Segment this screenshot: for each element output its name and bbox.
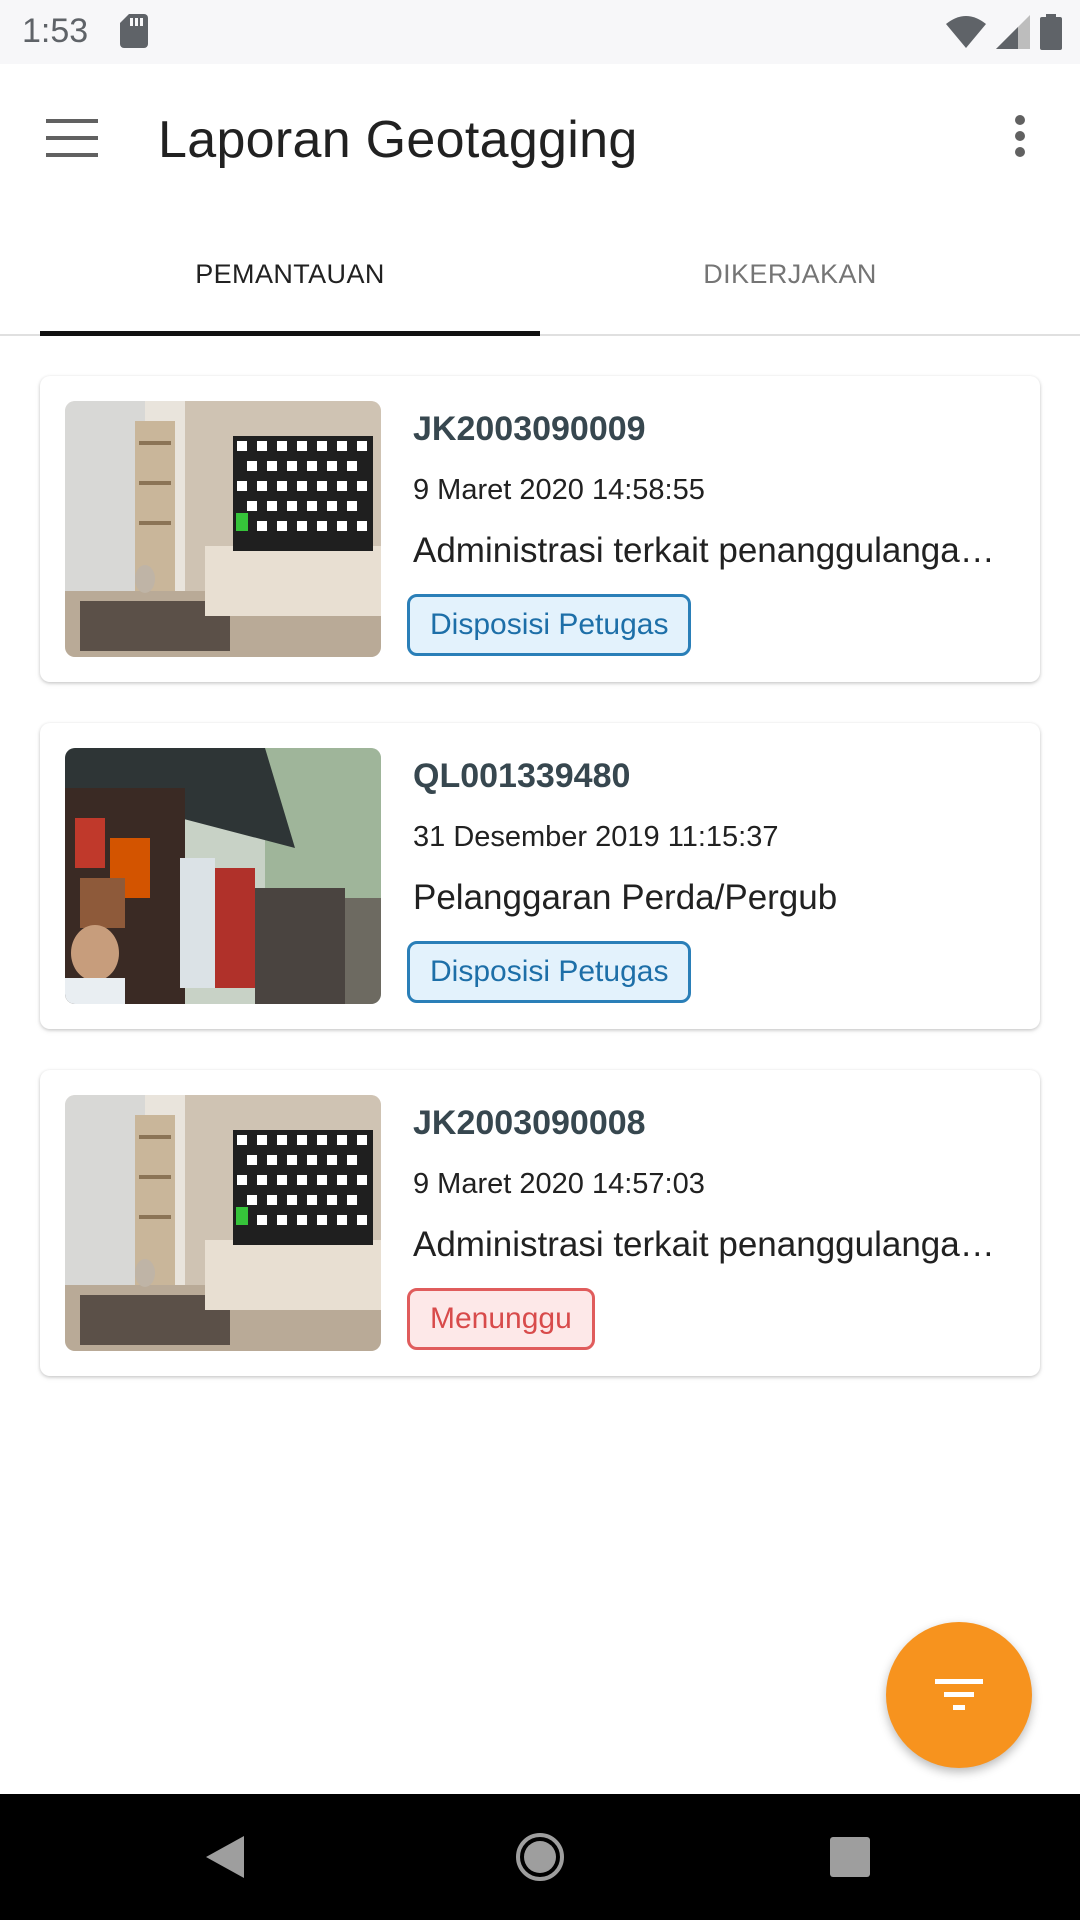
report-card[interactable]: JK2003090008 9 Maret 2020 14:57:03 Admin…: [40, 1070, 1040, 1376]
report-description: Administrasi terkait penanggulangan…: [413, 1225, 1013, 1264]
app-bar: Laporan Geotagging: [0, 64, 1080, 212]
page-title: Laporan Geotagging: [158, 111, 638, 169]
system-icons: [946, 12, 1062, 52]
status-time: 1:53: [22, 12, 89, 50]
back-button[interactable]: [190, 1822, 260, 1892]
menu-button[interactable]: [40, 112, 104, 164]
hamburger-menu-icon: [46, 119, 98, 157]
tab-dikerjakan[interactable]: DIKERJAKAN: [540, 212, 1040, 336]
report-date: 9 Maret 2020 14:57:03: [413, 1168, 705, 1200]
recents-button[interactable]: [815, 1822, 885, 1892]
status-badge: Menunggu: [407, 1288, 595, 1350]
status-bar: 1:53: [0, 0, 1080, 64]
report-thumbnail: [65, 401, 381, 657]
tab-bar: PEMANTAUAN DIKERJAKAN: [0, 212, 1080, 336]
report-list: JK2003090009 9 Maret 2020 14:58:55 Admin…: [40, 376, 1040, 1417]
cell-signal-icon: [996, 15, 1030, 49]
filter-icon: [935, 1679, 983, 1710]
status-badge: Disposisi Petugas: [407, 594, 692, 656]
report-id: JK2003090009: [413, 410, 646, 448]
sd-card-icon: [120, 14, 148, 48]
report-description: Pelanggaran Perda/Pergub: [413, 878, 838, 917]
report-card[interactable]: QL001339480 31 Desember 2019 11:15:37 Pe…: [40, 723, 1040, 1029]
overflow-menu-button[interactable]: [996, 108, 1044, 164]
system-nav-bar: [0, 1794, 1080, 1920]
wifi-icon: [946, 16, 986, 48]
report-thumbnail: [65, 748, 381, 1004]
report-date: 31 Desember 2019 11:15:37: [413, 821, 779, 853]
report-card[interactable]: JK2003090009 9 Maret 2020 14:58:55 Admin…: [40, 376, 1040, 682]
back-icon: [206, 1836, 244, 1878]
report-thumbnail: [65, 1095, 381, 1351]
tab-indicator: [40, 331, 540, 336]
battery-icon: [1040, 14, 1062, 50]
report-description: Administrasi terkait penanggulangan…: [413, 531, 1013, 570]
home-icon: [516, 1833, 564, 1881]
filter-button[interactable]: [886, 1622, 1032, 1768]
tab-pemantauan[interactable]: PEMANTAUAN: [40, 212, 540, 336]
recents-icon: [830, 1837, 870, 1877]
status-badge: Disposisi Petugas: [407, 941, 692, 1003]
report-id: JK2003090008: [413, 1104, 646, 1142]
report-date: 9 Maret 2020 14:58:55: [413, 474, 705, 506]
more-vertical-icon: [1015, 115, 1025, 157]
report-id: QL001339480: [413, 757, 631, 795]
home-button[interactable]: [505, 1822, 575, 1892]
